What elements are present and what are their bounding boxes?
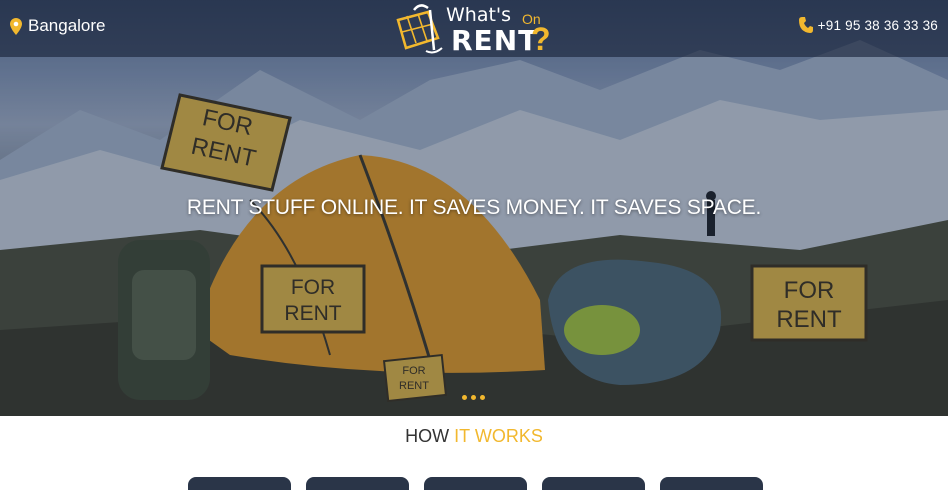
step-card [306, 477, 409, 490]
carousel-dot[interactable] [480, 395, 485, 400]
phone-contact[interactable]: +91 95 38 36 33 36 [798, 17, 938, 33]
city-label: Bangalore [28, 16, 106, 35]
carousel-indicators [462, 395, 485, 400]
step-card [188, 477, 291, 490]
page: FOR RENT FOR RENT FOR RENT FOR RENT Bang… [0, 0, 948, 490]
step-card [542, 477, 645, 490]
section-title-part1: HOW [405, 426, 450, 446]
section-title-part2: IT WORKS [454, 426, 543, 446]
city-selector[interactable]: Bangalore [10, 16, 106, 36]
step-card [424, 477, 527, 490]
hero-overlay [0, 57, 948, 416]
logo-question-mark: ? [531, 21, 551, 57]
map-shopping-bag-logo [396, 4, 443, 54]
step-card [660, 477, 763, 490]
how-it-works-cards [188, 477, 763, 490]
hero-tagline: RENT STUFF ONLINE. IT SAVES MONEY. IT SA… [186, 196, 762, 219]
section-title: HOW IT WORKS [0, 426, 948, 447]
map-pin-icon [10, 17, 22, 35]
carousel-dot[interactable] [471, 395, 476, 400]
carousel-dot[interactable] [462, 395, 467, 400]
logo-text-rent: RENT [451, 24, 539, 57]
phone-number: +91 95 38 36 33 36 [817, 17, 938, 33]
logo-text-whats: What's [446, 4, 512, 26]
hero-banner: FOR RENT FOR RENT FOR RENT FOR RENT Bang… [0, 0, 948, 416]
site-logo[interactable]: What's On RENT ? [394, 2, 554, 57]
phone-icon [798, 17, 813, 33]
